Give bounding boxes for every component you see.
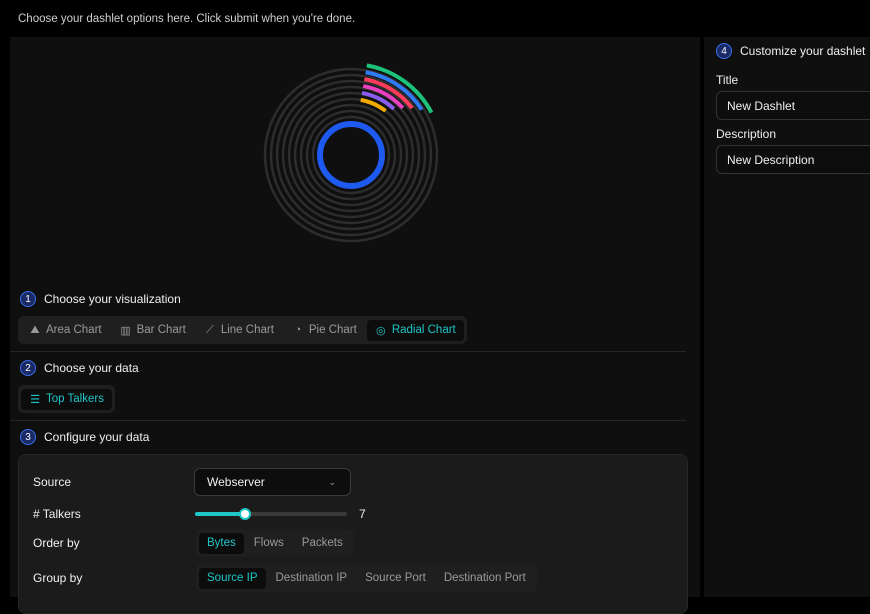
config-card: Source Webserver ⌄ # Talkers 7 Order by … [18, 454, 688, 614]
group-option-source-ip[interactable]: Source IP [199, 567, 266, 589]
order-option-flows[interactable]: Flows [246, 533, 292, 554]
option-label: Line Chart [220, 324, 274, 336]
radial-chart-icon: ◎ [376, 324, 386, 337]
step-title: Choose your data [44, 361, 139, 375]
group-by-selector: Source IP Destination IP Source Port Destin… [196, 564, 537, 592]
group-by-label: Group by [33, 571, 83, 585]
option-label: Radial Chart [391, 324, 456, 336]
order-by-selector: Bytes Flows Packets [196, 529, 354, 557]
description-value: New Description [727, 152, 815, 167]
option-label: Destination IP [275, 572, 348, 584]
source-value: Webserver [207, 475, 265, 489]
order-by-label: Order by [33, 536, 80, 550]
option-label: Packets [301, 537, 343, 549]
area-chart-icon: ⛰ [30, 323, 40, 336]
description-label: Description [716, 127, 777, 141]
divider [10, 351, 686, 352]
step-number-badge: 4 [716, 43, 732, 59]
talkers-value: 7 [359, 507, 366, 521]
step-data: 2 Choose your data [20, 360, 139, 376]
title-input[interactable]: New Dashlet [716, 91, 870, 120]
description-input[interactable]: New Description [716, 145, 870, 174]
option-label: Bytes [207, 537, 236, 549]
order-option-packets[interactable]: Packets [294, 533, 351, 554]
title-value: New Dashlet [727, 98, 796, 113]
talkers-slider[interactable] [195, 508, 347, 520]
option-label: Top Talkers [46, 393, 104, 405]
instruction-text: Choose your dashlet options here. Click … [18, 13, 356, 25]
radial-ring [311, 115, 391, 195]
step-title: Choose your visualization [44, 292, 181, 306]
viz-option-bar-chart[interactable]: ▥ Bar Chart [112, 320, 194, 341]
group-option-source-port[interactable]: Source Port [357, 568, 434, 589]
instruction-bar: Choose your dashlet options here. Click … [0, 0, 870, 37]
options-panel: 1 Choose your visualization ⛰ Area Chart ▥… [10, 37, 700, 614]
chart-preview [10, 37, 700, 282]
radial-ring [275, 79, 427, 231]
line-chart-icon: ⟋ [205, 323, 214, 336]
option-label: Bar Chart [136, 324, 186, 336]
talkers-label: # Talkers [33, 507, 81, 521]
visualization-selector: ⛰ Area Chart ▥ Bar Chart ⟋ Line Chart ◔ Pie Cha… [18, 316, 467, 344]
order-option-bytes[interactable]: Bytes [199, 532, 244, 554]
option-label: Source Port [365, 572, 426, 584]
data-selector: ☰ Top Talkers [18, 385, 115, 413]
source-select[interactable]: Webserver ⌄ [194, 468, 351, 496]
option-label: Flows [253, 537, 284, 549]
option-label: Pie Chart [308, 324, 357, 336]
viz-option-pie-chart[interactable]: ◔ Pie Chart [284, 320, 365, 341]
radial-ring [281, 85, 421, 225]
slider-thumb[interactable] [239, 508, 252, 520]
step-number-badge: 2 [20, 360, 36, 376]
list-icon: ☰ [30, 393, 40, 406]
step-customize: 4 Customize your dashlet [716, 43, 865, 59]
slider-fill [195, 512, 246, 516]
radial-center-ring [317, 121, 385, 189]
option-label: Source IP [207, 572, 258, 584]
option-label: Destination Port [443, 572, 526, 584]
title-label: Title [716, 73, 739, 87]
customize-panel: 4 Customize your dashlet Title New Dashl… [704, 37, 870, 597]
source-label: Source [33, 475, 72, 489]
radial-chart-preview [263, 63, 444, 243]
step-number-badge: 1 [20, 291, 36, 307]
radial-ring [299, 103, 403, 207]
group-option-destination-ip[interactable]: Destination IP [268, 568, 356, 589]
pie-chart-icon: ◔ [294, 324, 302, 336]
step-configure: 3 Configure your data [20, 429, 149, 445]
bar-chart-icon: ▥ [120, 324, 131, 337]
viz-option-line-chart[interactable]: ⟋ Line Chart [196, 320, 282, 341]
step-visualization: 1 Choose your visualization [20, 291, 181, 307]
viz-option-area-chart[interactable]: ⛰ Area Chart [21, 320, 110, 341]
divider [10, 420, 686, 421]
group-option-destination-port[interactable]: Destination Port [436, 568, 534, 589]
option-label: Area Chart [46, 324, 102, 336]
viz-option-radial-chart[interactable]: ◎ Radial Chart [366, 319, 464, 341]
step-title: Configure your data [44, 430, 150, 444]
chevron-down-icon: ⌄ [328, 476, 336, 487]
step-number-badge: 3 [20, 429, 36, 445]
data-option-top-talkers[interactable]: ☰ Top Talkers [21, 388, 112, 410]
step-title: Customize your dashlet [740, 44, 866, 58]
